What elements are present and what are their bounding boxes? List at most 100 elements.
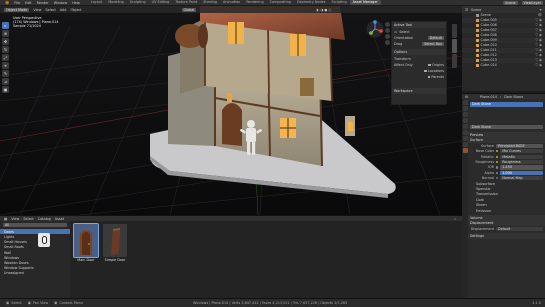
parents-checkbox[interactable]: Parents	[427, 75, 444, 79]
menu-window[interactable]: Window	[54, 1, 67, 5]
ab-menu-view[interactable]: View	[11, 217, 19, 221]
tab-compositing[interactable]: Compositing	[267, 0, 294, 5]
viewport-header: Object Mode View Select Add Object Globa…	[0, 6, 462, 13]
object-tab-icon[interactable]	[462, 130, 468, 135]
transform-label: Transform	[394, 57, 411, 61]
material-slot[interactable]: Dark Stone	[470, 102, 543, 107]
mouse-icon	[38, 233, 50, 247]
tab-texture-paint[interactable]: Texture Paint	[172, 0, 200, 5]
options-header[interactable]: Options	[392, 49, 446, 55]
material-slot-list[interactable]: Dark Stone	[468, 101, 545, 108]
metallic-field[interactable]: Metallic	[500, 154, 543, 159]
tab-view[interactable]	[452, 54, 457, 68]
scale-tool-icon[interactable]: ⤢	[2, 54, 9, 61]
tab-sculpting[interactable]: Sculpting	[127, 0, 149, 5]
shading-buttons-icon[interactable]: ◐ ◑ ● ○	[316, 8, 331, 12]
pan-hand-icon[interactable]	[385, 28, 390, 33]
tab-tool[interactable]	[452, 39, 457, 53]
view-layer-selector[interactable]: ViewLayer	[521, 1, 543, 5]
measure-tool-icon[interactable]: ⊿	[2, 78, 9, 85]
active-tool-header[interactable]: Active Tool	[392, 22, 446, 28]
grid-icon[interactable]	[385, 40, 390, 45]
menu-render[interactable]: Render	[37, 1, 49, 5]
render-tab-icon[interactable]	[462, 106, 468, 111]
drag-label: Drag	[394, 42, 403, 46]
field-label: Displacement	[470, 226, 494, 231]
properties-icon[interactable]: ⚙	[465, 95, 468, 99]
vp-menu-view[interactable]: View	[33, 8, 41, 12]
navigation-gizmo-icon[interactable]	[366, 20, 384, 38]
tab-geometry-nodes[interactable]: Geometry Nodes	[294, 0, 329, 5]
displacement-field[interactable]: Default	[496, 226, 543, 231]
alpha-field[interactable]: 1.000	[500, 170, 543, 175]
locations-checkbox[interactable]: Locations	[424, 69, 444, 73]
cursor-tool-icon[interactable]: ⊕	[2, 30, 9, 37]
tab-animation[interactable]: Animation	[220, 0, 243, 5]
tab-uv-editing[interactable]: UV Editing	[149, 0, 173, 5]
sidebar-n-panel: Active Tool ▭ Select Orientation Default…	[391, 21, 447, 105]
move-tool-icon[interactable]: ✥	[2, 38, 9, 45]
asset-catalog-sidebar: All Doors Lights Small Houses Small Roof…	[0, 221, 70, 298]
tab-item[interactable]	[452, 24, 457, 38]
outliner-icon[interactable]: ☰	[465, 8, 468, 12]
outliner: Scene 👁 Cube.005 ▽ ◉ Cube.006 ▽ ◉ Cube.007 ▽…	[462, 13, 545, 91]
tab-rendering[interactable]: Rendering	[243, 0, 266, 5]
menu-file[interactable]: File	[14, 1, 20, 5]
roughness-field[interactable]: Roughness	[500, 159, 543, 165]
modifier-tab-icon[interactable]	[462, 136, 468, 141]
field-label: Surface	[481, 143, 494, 148]
transform-orientation[interactable]: Global	[181, 7, 197, 12]
orientation-dropdown[interactable]: Default	[427, 36, 444, 40]
tool-tab-icon[interactable]	[462, 100, 468, 105]
normal-field[interactable]: Normal Map	[500, 176, 543, 181]
asset-grid: Main Door Simple Door	[70, 221, 462, 298]
blender-logo-icon[interactable]: ◉	[5, 0, 9, 6]
tab-layout[interactable]: Layout	[88, 0, 106, 5]
rotate-tool-icon[interactable]: ↻	[2, 46, 9, 53]
menu-edit[interactable]: Edit	[25, 1, 32, 5]
status-bar: ▣ Select ▣ Pan View ▣ Context Menu Windo…	[0, 298, 545, 307]
outliner-row[interactable]: Cube.014 ▽ ◉	[462, 63, 545, 68]
add-cube-tool-icon[interactable]: ▣	[2, 86, 9, 93]
output-tab-icon[interactable]	[462, 112, 468, 117]
transform-tool-icon[interactable]: ⌖	[2, 62, 9, 69]
settings-section[interactable]: Settings	[468, 233, 545, 239]
tab-scripting[interactable]: Scripting	[329, 0, 350, 5]
vp-menu-add[interactable]: Add	[60, 8, 67, 12]
scene-tab-icon[interactable]	[462, 118, 468, 123]
ab-menu-asset[interactable]: Asset	[55, 217, 64, 221]
mode-selector[interactable]: Object Mode	[4, 7, 30, 12]
menu-help[interactable]: Help	[72, 1, 80, 5]
tab-shading[interactable]: Shading	[200, 0, 220, 5]
zoom-icon[interactable]	[385, 22, 390, 27]
ab-menu-catalog[interactable]: Catalog	[38, 217, 51, 221]
library-selector[interactable]: All	[3, 223, 67, 227]
vp-menu-select[interactable]: Select	[45, 8, 55, 12]
select-tool-icon[interactable]: ▸	[2, 22, 9, 29]
vp-menu-object[interactable]: Object	[70, 8, 81, 12]
scene-selector[interactable]: Scene	[503, 1, 518, 5]
ab-menu-select[interactable]: Select	[23, 217, 33, 221]
tab-asset-manager[interactable]: Asset Manager	[349, 0, 381, 5]
subsection-emission[interactable]: Emission	[468, 208, 545, 213]
camera-icon[interactable]	[385, 34, 390, 39]
data-tab-icon[interactable]	[462, 142, 468, 147]
ior-field[interactable]: 1.450	[500, 165, 543, 170]
prop-row: IOR 1.450	[468, 165, 545, 170]
tab-modeling[interactable]: Modeling	[105, 0, 126, 5]
asset-simple-door[interactable]: Simple Door	[103, 224, 127, 264]
asset-main-door[interactable]: Main Door	[73, 223, 99, 264]
origins-checkbox[interactable]: Origins	[428, 63, 444, 67]
search-icon[interactable]: ⌕	[454, 217, 456, 221]
asset-browser-icon[interactable]: ▦	[4, 217, 7, 221]
filter-icon[interactable]: ⏷	[539, 8, 542, 12]
world-tab-icon[interactable]	[462, 124, 468, 129]
drag-dropdown[interactable]: Select Box	[422, 42, 444, 46]
catalog-item[interactable]: Unassigned	[0, 271, 70, 276]
surface-shader-field[interactable]: Principled BSDF	[496, 143, 543, 148]
workspace-header[interactable]: Workspace	[392, 88, 446, 94]
annotate-tool-icon[interactable]: ✎	[2, 70, 9, 77]
base-color-field[interactable]: Mix Curves	[500, 149, 543, 154]
material-tab-icon[interactable]	[462, 148, 468, 153]
material-name-field[interactable]: Dark Stone	[470, 124, 543, 129]
